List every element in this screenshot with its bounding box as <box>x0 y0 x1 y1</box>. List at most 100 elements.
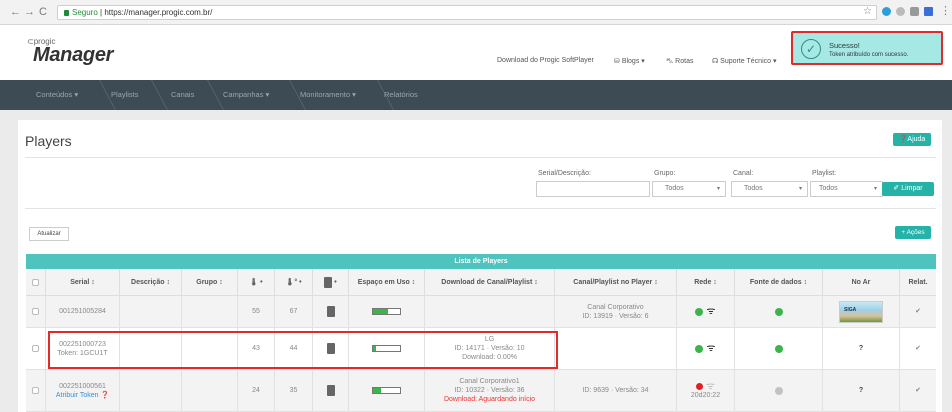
select-all-checkbox[interactable] <box>32 278 39 286</box>
rotas-link[interactable]: ⛍ Rotas <box>666 57 693 66</box>
col-descricao[interactable]: Descrição ↕ <box>120 269 182 296</box>
espaco-cell <box>349 296 425 327</box>
atualizar-button[interactable]: Atualizar <box>29 227 69 241</box>
col-fonte[interactable]: Fonte de dados ↕ <box>735 269 823 296</box>
blogs-icon: ⛁ <box>614 58 622 65</box>
profile-icon[interactable] <box>924 7 933 16</box>
wifi-icon: ᯤ <box>706 306 716 317</box>
usage-bar-fill <box>373 388 382 393</box>
extension-icon-3[interactable] <box>910 7 919 16</box>
thermometer-hot-icon: 🌡° <box>285 279 298 286</box>
col-storage[interactable]: • <box>313 269 349 296</box>
check-icon[interactable]: ✔ <box>915 307 921 316</box>
acoes-button[interactable]: + Ações <box>895 226 931 239</box>
rede-cell: ᯤ <box>677 328 735 369</box>
rede-cell: ᯤ 20d20:22 <box>677 370 735 411</box>
nav-playlists[interactable]: Playlists <box>111 90 139 99</box>
fonte-cell <box>735 328 823 369</box>
col-rede[interactable]: Rede ↕ <box>677 269 735 296</box>
no-ar-cell[interactable]: ? <box>823 370 900 411</box>
canal-select[interactable]: Todos ▾ <box>731 181 808 197</box>
browser-toolbar: ← → C Seguro | https://manager.progic.co… <box>0 0 952 25</box>
nav-canais[interactable]: Canais <box>171 90 194 99</box>
offline-dot <box>695 382 703 390</box>
relat-cell[interactable]: ✔ <box>900 328 936 369</box>
logo-manager[interactable]: Manager <box>33 44 113 67</box>
usage-bar-fill <box>373 309 388 314</box>
divider <box>25 157 936 158</box>
grupo-cell <box>182 370 238 411</box>
canal-value: Todos <box>744 185 763 192</box>
storage-cell <box>313 370 349 411</box>
check-icon[interactable]: ✔ <box>915 344 921 353</box>
row-checkbox-cell[interactable] <box>26 370 46 411</box>
serial-cell: 001251005284 <box>46 296 120 327</box>
forward-icon[interactable]: → <box>24 6 35 18</box>
screenshot-thumbnail[interactable]: SIGA <box>839 300 883 323</box>
extension-icon[interactable] <box>882 7 891 16</box>
select-all-header[interactable] <box>26 269 46 296</box>
relat-cell[interactable]: ✔ <box>900 370 936 411</box>
success-toast[interactable]: ✓ Sucesso! Token atribuído com sucesso. <box>791 31 943 65</box>
col-temp2[interactable]: 🌡° • <box>275 269 313 296</box>
row-checkbox[interactable] <box>32 345 39 352</box>
rede-status: ᯤ <box>695 381 715 391</box>
row-checkbox[interactable] <box>32 308 39 315</box>
help-button[interactable]: ❓Ajuda <box>893 133 931 146</box>
row-checkbox-cell[interactable] <box>26 296 46 327</box>
col-relat: Relat. <box>900 269 936 296</box>
playlist-select[interactable]: Todos ▾ <box>810 181 883 197</box>
kebab-menu-icon[interactable]: ⋮ <box>940 5 951 17</box>
row-checkbox-cell[interactable] <box>26 328 46 369</box>
nav-monitoramento-label: Monitoramento <box>300 90 351 99</box>
temp1-cell: 24 <box>238 370 275 411</box>
nav-conteudos[interactable]: Conteúdos ▾ <box>36 90 78 99</box>
toast-title: Sucesso! <box>829 41 860 50</box>
temp2-cell: 67 <box>275 296 313 327</box>
col-download[interactable]: Download de Canal/Playlist ↕ <box>425 269 555 296</box>
serial-search-input[interactable] <box>536 181 650 197</box>
table-row[interactable]: 002251000561 Atribuir Token ❓ 24 35 Canal… <box>26 370 936 412</box>
nav-monitoramento[interactable]: Monitoramento ▾ <box>300 90 356 99</box>
check-circle-icon: ✓ <box>801 39 821 59</box>
col-espaco[interactable]: Espaço em Uso ↕ <box>349 269 425 296</box>
download-channel: Canal Corporativo1 <box>459 378 520 385</box>
atribuir-token-label: Atribuir Token <box>55 391 99 399</box>
fonte-cell <box>735 370 823 411</box>
reload-icon[interactable]: C <box>39 6 47 18</box>
sd-card-icon <box>324 276 333 288</box>
usage-bar <box>372 308 401 315</box>
back-icon[interactable]: ← <box>10 6 21 18</box>
extension-icon-2[interactable] <box>896 7 905 16</box>
wifi-icon: ᯤ <box>706 343 716 354</box>
no-ar-cell[interactable]: SIGA <box>823 296 900 327</box>
playlist-filter-label: Playlist: <box>812 170 837 177</box>
address-bar[interactable]: Seguro | https://manager.progic.com.br/ <box>57 5 877 20</box>
check-icon[interactable]: ✔ <box>915 386 921 395</box>
row-checkbox[interactable] <box>32 387 39 394</box>
serial-filter-label: Serial/Descrição: <box>538 170 591 177</box>
atribuir-token-link[interactable]: Atribuir Token ❓ <box>56 391 109 400</box>
lock-icon <box>64 10 69 16</box>
blogs-menu[interactable]: ⛁ Blogs ▾ <box>614 57 645 65</box>
download-softplayer-link[interactable]: Download do Progic SoftPlayer <box>497 57 594 64</box>
grupo-select[interactable]: Todos ▾ <box>652 181 726 197</box>
sd-card-icon <box>326 306 335 317</box>
col-grupo[interactable]: Grupo ↕ <box>182 269 238 296</box>
download-progress: Download: Aguardando início <box>443 396 536 403</box>
nav-relatorios[interactable]: Relatórios <box>384 90 418 99</box>
col-canal-player[interactable]: Canal/Playlist no Player ↕ <box>555 269 677 296</box>
chevron-down-icon: ▾ <box>873 186 877 192</box>
table-row[interactable]: 001251005284 55 67 Canal Corporativo ID: … <box>26 296 936 328</box>
main-nav: Conteúdos ▾ Playlists Canais Campanhas ▾… <box>0 80 952 110</box>
col-temp1[interactable]: 🌡 • <box>238 269 275 296</box>
no-ar-cell[interactable]: ? <box>823 328 900 369</box>
url-text: https://manager.progic.com.br/ <box>104 8 213 17</box>
nav-campanhas[interactable]: Campanhas ▾ <box>223 90 269 99</box>
limpar-button[interactable]: ✐ Limpar <box>882 182 934 196</box>
col-serial[interactable]: Serial ↕ <box>46 269 120 296</box>
star-icon[interactable]: ☆ <box>863 6 872 18</box>
suporte-menu[interactable]: ☊ Suporte Técnico ▾ <box>712 57 777 65</box>
relat-cell[interactable]: ✔ <box>900 296 936 327</box>
fonte-cell <box>735 296 823 327</box>
